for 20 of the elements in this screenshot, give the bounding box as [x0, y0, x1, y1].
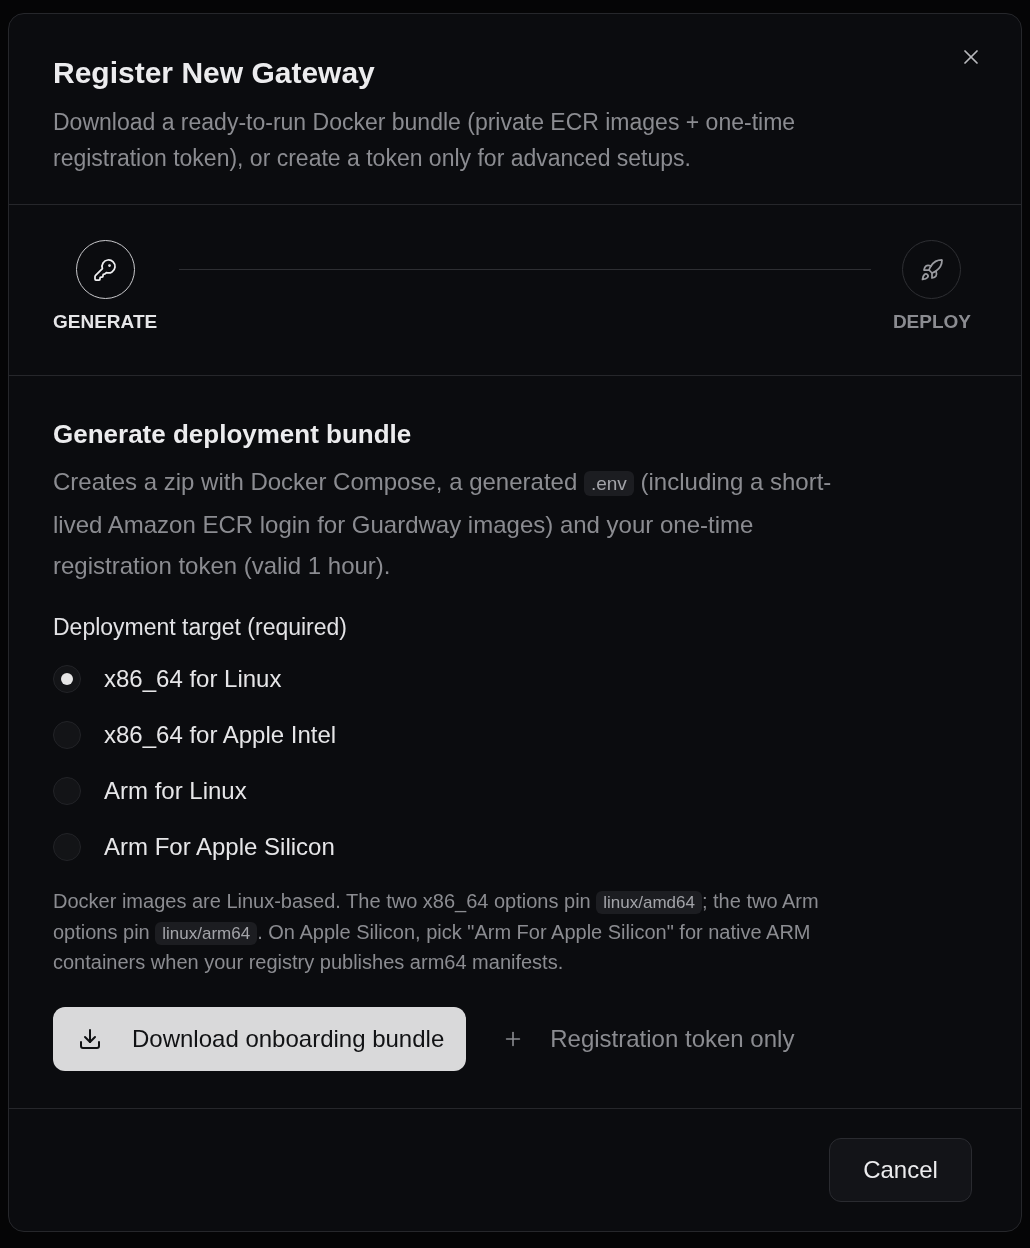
note-text: Docker images are Linux-based. The two x86_64 options pin linux/amd64 ; the two Arm options pin linux/arm64 . On Apple Silicon, pick "Arm For Apple Silicon" for native ARM containers when your registry publishes arm64 manifests. — [53, 889, 820, 975]
radio-option[interactable]: Arm for Linux — [53, 771, 247, 811]
section-title: Generate deployment bundle — [53, 418, 413, 450]
section-description: Creates a zip with Docker Compose, a generated .env (including a short-lived Amazon ECR login for Guardway images) and your one-time registration token (valid 1 hour). — [53, 467, 833, 581]
radio-button[interactable] — [53, 665, 81, 693]
step-label: GENERATE — [53, 310, 158, 334]
dialog-description: Download a ready-to-run Docker bundle (private ECR images + one-time registration token), or create a token only for advanced setups. — [53, 108, 797, 173]
radio-option[interactable]: x86_64 for Linux — [53, 659, 282, 699]
code-snippet: linux/arm64 — [155, 921, 258, 945]
field-label: Deployment target (required) — [53, 613, 349, 642]
download-button[interactable]: Download onboarding bundle — [53, 1006, 467, 1071]
download-icon — [78, 1026, 102, 1051]
radio-option[interactable]: Arm For Apple Silicon — [53, 827, 335, 867]
cancel-button[interactable]: Cancel — [829, 1137, 972, 1202]
code-snippet: linux/amd64 — [596, 891, 702, 914]
step-label: DEPLOY — [892, 310, 971, 334]
registration-token-button[interactable]: Registration token only — [486, 1006, 811, 1071]
radio-option[interactable]: x86_64 for Apple Intel — [53, 715, 337, 755]
dialog-title: Register New Gateway — [53, 55, 376, 91]
code-snippet: .env — [583, 471, 634, 496]
